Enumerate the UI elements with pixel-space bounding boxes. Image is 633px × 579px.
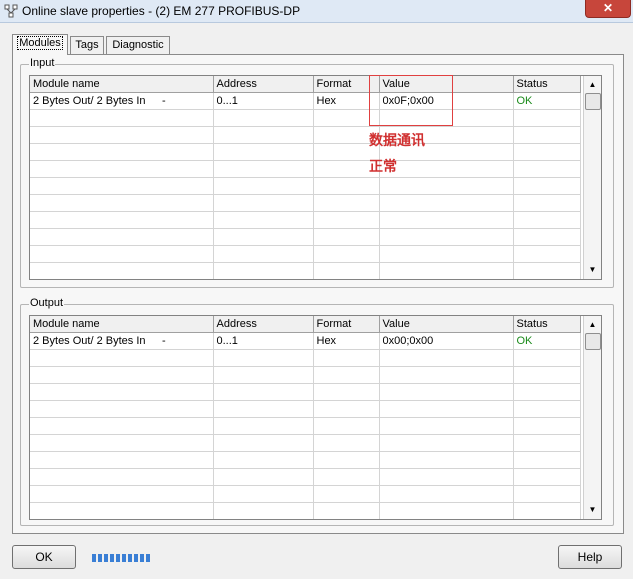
annotation-line-2: 正常 — [369, 159, 397, 175]
empty-row — [30, 451, 581, 469]
highlight-box — [369, 75, 453, 126]
status-cell: OK — [513, 332, 581, 350]
tab-diagnostic[interactable]: Diagnostic — [106, 36, 170, 54]
input-grid[interactable]: Module name Address Format Value Status … — [29, 75, 602, 280]
output-grid[interactable]: Module name Address Format Value Status … — [29, 315, 602, 520]
scroll-down-icon[interactable]: ▼ — [585, 262, 600, 277]
activity-indicator — [92, 553, 152, 562]
empty-row — [30, 366, 581, 384]
output-header-row: Module name Address Format Value Status — [30, 316, 581, 333]
address-cell: 0...1 — [213, 92, 314, 110]
empty-row — [30, 502, 581, 519]
empty-row — [30, 109, 581, 127]
annotation-line-1: 数据通讯 — [369, 133, 425, 149]
format-cell: Hex — [313, 332, 380, 350]
empty-row — [30, 177, 581, 195]
input-scrollbar[interactable]: ▲ ▼ — [583, 76, 601, 279]
module-name-cell: 2 Bytes Out/ 2 Bytes In - — [30, 332, 214, 350]
scroll-thumb[interactable] — [585, 333, 601, 350]
empty-row — [30, 194, 581, 212]
col-address[interactable]: Address — [213, 76, 314, 93]
col-value[interactable]: Value — [379, 316, 514, 333]
module-dash: - — [162, 95, 166, 107]
help-button[interactable]: Help — [558, 545, 622, 569]
empty-row — [30, 468, 581, 486]
module-dash: - — [162, 335, 166, 347]
empty-row — [30, 417, 581, 435]
empty-row — [30, 485, 581, 503]
output-scrollbar[interactable]: ▲ ▼ — [583, 316, 601, 519]
tab-tags[interactable]: Tags — [70, 36, 104, 54]
table-row[interactable]: 2 Bytes Out/ 2 Bytes In - 0...1 Hex 0x0F;… — [30, 92, 581, 110]
close-button[interactable]: ✕ — [585, 0, 631, 18]
input-header-row: Module name Address Format Value Status — [30, 76, 581, 93]
col-status[interactable]: Status — [513, 316, 581, 333]
empty-row — [30, 349, 581, 367]
empty-row — [30, 143, 581, 161]
empty-row — [30, 211, 581, 229]
address-cell: 0...1 — [213, 332, 314, 350]
empty-row — [30, 262, 581, 279]
empty-row — [30, 160, 581, 178]
scroll-thumb[interactable] — [585, 93, 601, 110]
close-icon: ✕ — [602, 1, 614, 15]
status-cell: OK — [513, 92, 581, 110]
empty-row — [30, 245, 581, 263]
col-module-name[interactable]: Module name — [30, 76, 214, 93]
empty-row — [30, 228, 581, 246]
input-group-label: Input — [29, 57, 56, 69]
col-address[interactable]: Address — [213, 316, 314, 333]
value-cell[interactable]: 0x00;0x00 — [379, 332, 514, 350]
table-row[interactable]: 2 Bytes Out/ 2 Bytes In - 0...1 Hex 0x00;… — [30, 332, 581, 350]
tab-modules[interactable]: Modules — [12, 34, 68, 55]
scroll-up-icon[interactable]: ▲ — [585, 77, 600, 92]
empty-row — [30, 434, 581, 452]
ok-button[interactable]: OK — [12, 545, 76, 569]
empty-row — [30, 383, 581, 401]
col-module-name[interactable]: Module name — [30, 316, 214, 333]
col-status[interactable]: Status — [513, 76, 581, 93]
title-bar: Online slave properties - (2) EM 277 PRO… — [0, 0, 633, 23]
empty-row — [30, 126, 581, 144]
scroll-down-icon[interactable]: ▼ — [585, 502, 600, 517]
input-table: Module name Address Format Value Status … — [30, 76, 581, 279]
window-title: Online slave properties - (2) EM 277 PRO… — [22, 4, 301, 18]
output-group-label: Output — [29, 297, 65, 309]
annotation-text: 数据通讯 正常 — [369, 128, 425, 180]
module-name-cell: 2 Bytes Out/ 2 Bytes In - — [30, 92, 214, 110]
col-format[interactable]: Format — [313, 316, 380, 333]
empty-row — [30, 400, 581, 418]
scroll-up-icon[interactable]: ▲ — [585, 317, 600, 332]
output-table: Module name Address Format Value Status … — [30, 316, 581, 519]
network-icon — [4, 4, 18, 18]
